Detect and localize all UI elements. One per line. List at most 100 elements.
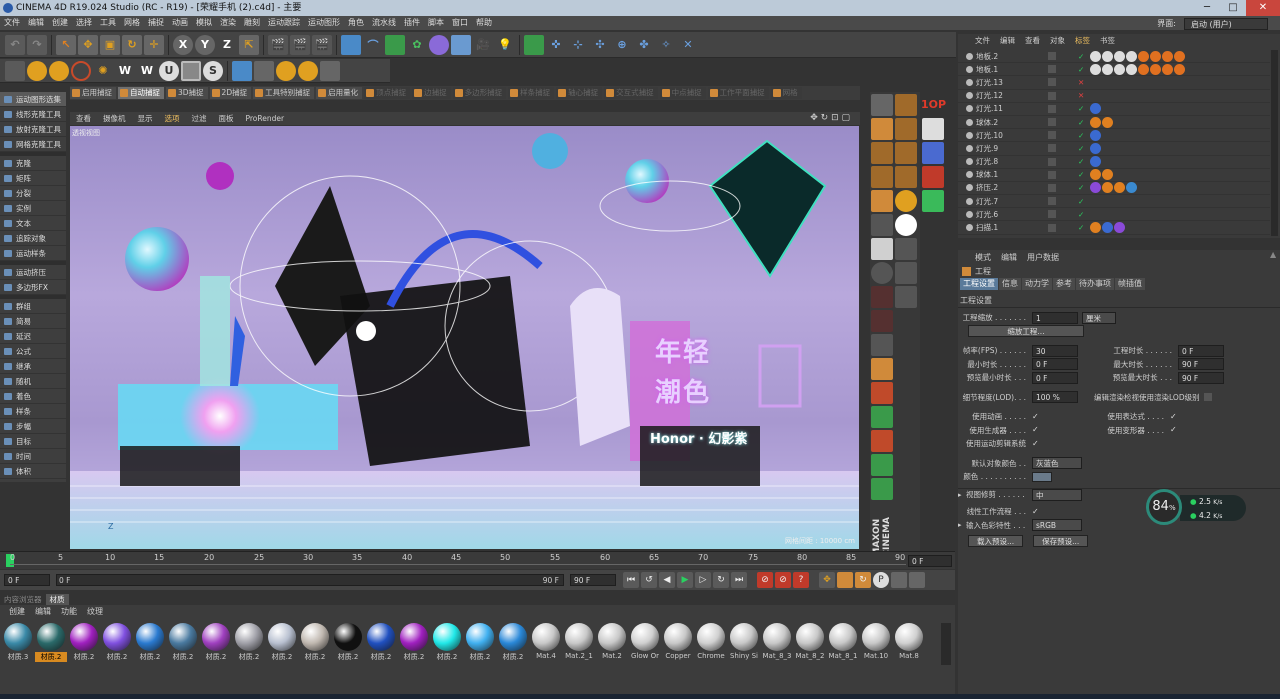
project-duration-field[interactable]: 0 F	[1178, 344, 1224, 357]
object-visibility-flags[interactable]	[1048, 210, 1078, 219]
attr-scroll-icon[interactable]: ▲	[1270, 250, 1278, 264]
polyfx-item[interactable]: 多边形FX	[0, 280, 66, 295]
layout-select[interactable]: 启动 (用户)	[1184, 18, 1268, 30]
obj-menu-bookmarks[interactable]: 书签	[1095, 34, 1120, 48]
star-icon[interactable]	[871, 358, 893, 380]
material-swatch[interactable]: 材质.2	[464, 623, 496, 663]
material-swatch[interactable]: Mat.10	[860, 623, 892, 663]
menu-mesh[interactable]: 网格	[120, 16, 144, 30]
camera-icon[interactable]: 🎥	[473, 35, 493, 55]
tab-info[interactable]: 信息	[999, 278, 1021, 290]
keyframe-selection-icon[interactable]: ?	[793, 572, 809, 588]
object-enable-toggle[interactable]: ✓	[1078, 144, 1090, 153]
people4-icon[interactable]	[895, 166, 917, 188]
scale-project-button[interactable]: 缩放工程...	[968, 325, 1084, 338]
render-settings-icon[interactable]: 🎬	[312, 34, 332, 55]
object-visibility-flags[interactable]	[1048, 183, 1078, 192]
object-name[interactable]: 挤压.2	[958, 182, 1048, 193]
auto-snap-button[interactable]: 自动捕捉	[118, 87, 164, 99]
move-icon[interactable]: ✥	[78, 34, 98, 55]
view-icon[interactable]	[871, 94, 893, 116]
grid-snap-icon[interactable]	[524, 34, 544, 55]
viewport-menu-filter[interactable]: 过滤	[186, 112, 213, 125]
tab-reference[interactable]: 参考	[1053, 278, 1075, 290]
next-frame-icon[interactable]: ▷	[695, 572, 711, 588]
tab-dynamics[interactable]: 动力学	[1022, 278, 1052, 290]
object-enable-toggle[interactable]: ✓	[1078, 170, 1090, 179]
menu-help[interactable]: 帮助	[472, 16, 496, 30]
attr-menu-mode[interactable]: 模式	[970, 252, 996, 263]
object-visibility-flags[interactable]	[1048, 170, 1078, 179]
object-enable-toggle[interactable]: ✓	[1078, 131, 1090, 140]
material-swatch[interactable]: Mat.2	[596, 623, 628, 663]
solo-hierarchy-icon[interactable]	[871, 310, 893, 332]
preview-max-field[interactable]: 90 F	[1178, 371, 1224, 384]
object-row[interactable]: 灯光.12 ✕	[958, 90, 1270, 103]
menu-sculpt[interactable]: 雕刻	[240, 16, 264, 30]
enable-snap-button[interactable]: 启用捕捉	[70, 87, 116, 99]
plugin-square-icon[interactable]	[181, 60, 201, 81]
menu-plugins[interactable]: 插件	[400, 16, 424, 30]
linear-workflow-checkbox[interactable]: ✓	[1032, 507, 1040, 516]
volume-effector[interactable]: 体积	[0, 464, 66, 479]
tag-icon[interactable]	[1114, 182, 1125, 194]
tag-icon[interactable]	[1162, 63, 1173, 75]
formula-effector[interactable]: 公式	[0, 344, 66, 359]
fps-field[interactable]: 30	[1032, 344, 1078, 357]
people3-icon[interactable]	[895, 142, 917, 164]
object-name[interactable]: 地板.1	[958, 64, 1048, 75]
select-live-icon[interactable]: ↖	[56, 34, 76, 55]
object-visibility-flags[interactable]	[1048, 91, 1078, 100]
object-enable-toggle[interactable]: ✓	[1078, 210, 1090, 219]
plugin-sun2-icon[interactable]	[895, 190, 917, 212]
plugin-m4-icon[interactable]	[298, 60, 318, 81]
obj-menu-object[interactable]: 对象	[1045, 34, 1070, 48]
menu-window[interactable]: 窗口	[448, 16, 472, 30]
menu-snap[interactable]: 捕捉	[144, 16, 168, 30]
plugin-sun-icon[interactable]: ✺	[93, 61, 113, 81]
tag-icon[interactable]	[1090, 50, 1101, 62]
object-name[interactable]: 灯光.13	[958, 77, 1048, 88]
plugin-w2-icon[interactable]: W	[137, 61, 157, 81]
undo-icon[interactable]: ↶	[5, 34, 25, 55]
viewport-menu-options[interactable]: 选项	[159, 112, 186, 125]
sculpt-mode-icon[interactable]: ✕	[678, 35, 698, 55]
lod-field[interactable]: 100 %	[1032, 391, 1078, 404]
material-swatch[interactable]: 材质.2	[266, 623, 298, 663]
render-view-icon[interactable]: 🎬	[268, 34, 288, 55]
tag-icon[interactable]	[1090, 169, 1101, 181]
brush-icon[interactable]	[871, 478, 893, 500]
material-swatch[interactable]: 材质.2	[101, 623, 133, 663]
material-swatch[interactable]: 材质.2	[398, 623, 430, 663]
tag-icon[interactable]	[1114, 222, 1125, 234]
grid-cloner-tool[interactable]: 网格克隆工具	[0, 137, 66, 152]
spline-snap-button[interactable]: 样条捕捉	[508, 87, 555, 99]
workplane-snap-button[interactable]: 工作平面捕捉	[707, 87, 769, 99]
material-swatch[interactable]: 材质.2	[497, 623, 529, 663]
material-swatch[interactable]: Mat_8_2	[794, 623, 826, 663]
key-rotation-icon[interactable]: ↻	[855, 572, 871, 588]
delay-effector[interactable]: 延迟	[0, 329, 66, 344]
sculpt-icon[interactable]	[871, 454, 893, 476]
material-swatch[interactable]: Mat_8_1	[827, 623, 859, 663]
cloner-icon[interactable]: ✿	[407, 35, 427, 55]
axis-snap-button[interactable]: 轴心捕捉	[556, 87, 603, 99]
obj-menu-file[interactable]: 文件	[970, 34, 995, 48]
object-visibility-flags[interactable]	[1048, 118, 1078, 127]
edge-snap-button[interactable]: 边捕捉	[412, 87, 451, 99]
3d-snap-button[interactable]: 3D捕捉	[166, 87, 208, 99]
tag-icon[interactable]	[1090, 63, 1101, 75]
plugin-m2-icon[interactable]	[49, 60, 69, 81]
polygons-icon[interactable]	[871, 190, 893, 212]
edge-mode-icon[interactable]: ✣	[590, 35, 610, 55]
object-scrollbar[interactable]	[1271, 50, 1278, 236]
object-enable-toggle[interactable]: ✓	[1078, 183, 1090, 192]
workplane-icon[interactable]	[871, 262, 893, 284]
tag-icon[interactable]	[1102, 116, 1113, 128]
tweak-icon[interactable]	[871, 382, 893, 404]
material-menu-function[interactable]: 功能	[56, 605, 82, 619]
object-tags[interactable]	[1090, 222, 1125, 234]
moextrude-item[interactable]: 运动挤压	[0, 265, 66, 280]
locked-workplane-icon[interactable]	[871, 334, 893, 356]
tag-icon[interactable]	[1126, 182, 1137, 194]
